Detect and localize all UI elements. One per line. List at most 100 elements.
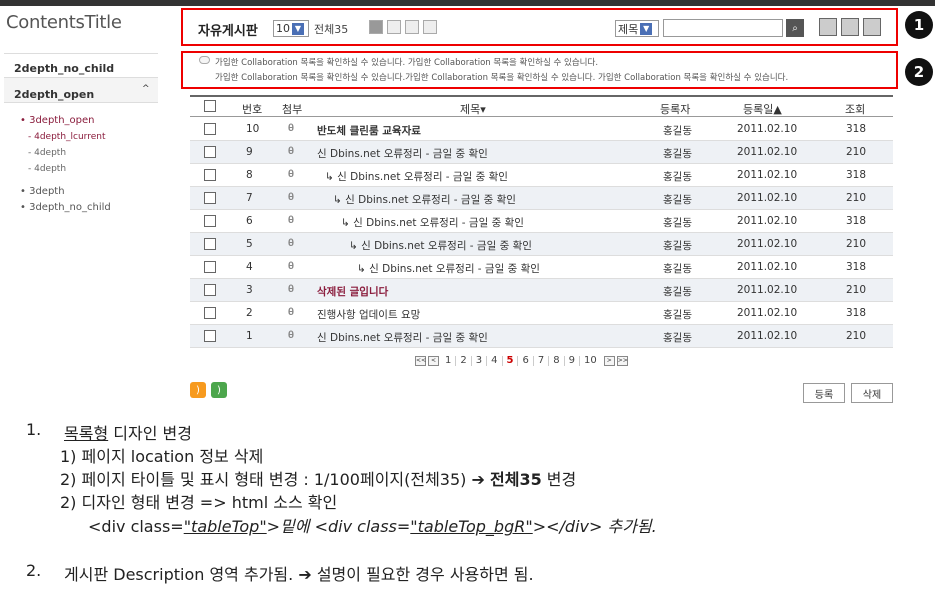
caret-up-icon[interactable]: ^ — [142, 84, 150, 94]
attachment-icon[interactable]: 𝛉 — [288, 284, 294, 295]
nav-sub-3depth[interactable]: • 3depth — [20, 186, 65, 197]
attachment-icon[interactable]: 𝛉 — [288, 146, 294, 157]
page-link[interactable]: 2 — [456, 356, 472, 366]
row-checkbox[interactable] — [204, 215, 216, 227]
row-subject[interactable]: 신 Dbins.net 오류정리 - 금일 중 확인 — [317, 146, 488, 161]
page-link[interactable]: 4 — [487, 356, 503, 366]
page-link[interactable]: 5 — [503, 356, 519, 366]
attachment-icon[interactable]: 𝛉 — [288, 215, 294, 226]
thumb-view-icon[interactable] — [387, 20, 401, 34]
header-no: 번호 — [242, 103, 263, 116]
row-checkbox[interactable] — [204, 169, 216, 181]
row-checkbox[interactable] — [204, 192, 216, 204]
search-field-select[interactable]: 제목 ▼ — [615, 20, 659, 37]
header-date[interactable]: 등록일▲ — [743, 101, 782, 117]
row-subject[interactable]: 진행사항 업데이트 요망 — [317, 307, 420, 322]
nav-item-2depth-open[interactable]: 2depth_open — [14, 88, 94, 101]
rss-icon[interactable]: ) — [190, 382, 206, 398]
top-bar — [0, 0, 935, 6]
row-checkbox[interactable] — [204, 261, 216, 273]
chevron-down-icon: ▼ — [292, 22, 304, 35]
row-checkbox[interactable] — [204, 330, 216, 342]
row-subject[interactable]: 반도체 클린룸 교육자료 — [317, 123, 421, 138]
page-link[interactable]: 3 — [472, 356, 488, 366]
nav-item-2depth-no-child[interactable]: 2depth_no_child — [14, 62, 114, 75]
row-no: 1 — [246, 330, 253, 342]
nav-sub-3depth-no-child[interactable]: • 3depth_no_child — [20, 202, 111, 213]
page-link[interactable]: 1 — [441, 356, 457, 366]
table-row[interactable]: 8 𝛉 ↳ 신 Dbins.net 오류정리 - 금일 중 확인 홍길동 2011.02… — [190, 164, 893, 187]
layout-split-icon[interactable] — [841, 18, 859, 36]
row-checkbox[interactable] — [204, 146, 216, 158]
page-link[interactable]: 6 — [518, 356, 534, 366]
nav-sub-3depth-open[interactable]: • 3depth_open — [20, 115, 95, 126]
nav-sub-4depth[interactable]: - 4depth — [28, 148, 66, 158]
row-checkbox[interactable] — [204, 123, 216, 135]
row-date: 2011.02.10 — [737, 169, 798, 181]
table-row[interactable]: 2 𝛉 진행사항 업데이트 요망 홍길동 2011.02.10 318 — [190, 302, 893, 325]
attachment-icon[interactable]: 𝛉 — [288, 261, 294, 272]
attachment-icon[interactable]: 𝛉 — [288, 330, 294, 341]
row-subject[interactable]: ↳ 신 Dbins.net 오류정리 - 금일 중 확인 — [333, 192, 516, 207]
page-link[interactable]: 10 — [580, 356, 601, 366]
list-view-icon[interactable] — [369, 20, 383, 34]
header-subject[interactable]: 제목▾ — [460, 101, 486, 117]
row-subject[interactable]: ↳ 신 Dbins.net 오류정리 - 금일 중 확인 — [341, 215, 524, 230]
table-row[interactable]: 6 𝛉 ↳ 신 Dbins.net 오류정리 - 금일 중 확인 홍길동 2011.02… — [190, 210, 893, 233]
text-view-icon[interactable] — [405, 20, 419, 34]
nav-sub-4depth-current[interactable]: - 4depth_lcurrent — [28, 132, 106, 142]
row-no: 10 — [246, 123, 260, 135]
row-writer: 홍길동 — [663, 263, 692, 275]
row-checkbox[interactable] — [204, 284, 216, 296]
description-line-2: 가입한 Collaboration 목록을 확인하실 수 있습니다.가입한 Co… — [215, 73, 789, 83]
next-page-icon[interactable]: > — [603, 356, 615, 366]
row-checkbox[interactable] — [204, 307, 216, 319]
page-numbers: 1 2 3 4 5 6 7 8 9 10 — [441, 356, 601, 366]
table-row[interactable]: 4 𝛉 ↳ 신 Dbins.net 오류정리 - 금일 중 확인 홍길동 2011.02… — [190, 256, 893, 279]
row-writer: 홍길동 — [663, 171, 692, 183]
register-button[interactable]: 등록 — [803, 383, 845, 403]
page-size-select[interactable]: 10 ▼ — [273, 20, 309, 37]
search-input[interactable] — [663, 19, 783, 37]
row-subject[interactable]: ↳ 신 Dbins.net 오류정리 - 금일 중 확인 — [349, 238, 532, 253]
note-1-line-4: <div class="tableTop">밑에 <div class="tab… — [88, 517, 657, 536]
row-writer: 홍길동 — [663, 286, 692, 298]
row-subject[interactable]: ↳ 신 Dbins.net 오류정리 - 금일 중 확인 — [357, 261, 540, 276]
row-checkbox[interactable] — [204, 238, 216, 250]
page-link[interactable]: 9 — [565, 356, 580, 366]
row-subject[interactable]: 삭제된 글입니다 — [317, 284, 388, 299]
first-page-icon[interactable]: << — [415, 356, 426, 366]
row-no: 4 — [246, 261, 253, 273]
layout-single-icon[interactable] — [819, 18, 837, 36]
table-row[interactable]: 9 𝛉 신 Dbins.net 오류정리 - 금일 중 확인 홍길동 2011.02.1… — [190, 141, 893, 164]
row-subject[interactable]: 신 Dbins.net 오류정리 - 금일 중 확인 — [317, 330, 488, 345]
table-row[interactable]: 10 𝛉 반도체 클린룸 교육자료 홍길동 2011.02.10 318 — [190, 118, 893, 141]
last-page-icon[interactable]: >> — [616, 356, 628, 366]
table-row[interactable]: 3 𝛉 삭제된 글입니다 홍길동 2011.02.10 210 — [190, 279, 893, 302]
row-writer: 홍길동 — [663, 332, 692, 344]
table-row[interactable]: 5 𝛉 ↳ 신 Dbins.net 오류정리 - 금일 중 확인 홍길동 2011.02… — [190, 233, 893, 256]
grid-view-icon[interactable] — [423, 20, 437, 34]
page-link[interactable]: 8 — [549, 356, 565, 366]
prev-page-icon[interactable]: < — [428, 356, 439, 366]
note-2-number: 2. — [26, 561, 42, 580]
attachment-icon[interactable]: 𝛉 — [288, 192, 294, 203]
table-row[interactable]: 1 𝛉 신 Dbins.net 오류정리 - 금일 중 확인 홍길동 2011.02.1… — [190, 325, 893, 348]
row-views: 210 — [846, 284, 867, 296]
select-all-checkbox[interactable] — [204, 100, 216, 112]
search-icon[interactable]: ⌕ — [786, 19, 804, 37]
table-row[interactable]: 7 𝛉 ↳ 신 Dbins.net 오류정리 - 금일 중 확인 홍길동 2011.02… — [190, 187, 893, 210]
page-link[interactable]: 7 — [534, 356, 550, 366]
attachment-icon[interactable]: 𝛉 — [288, 307, 294, 318]
row-writer: 홍길동 — [663, 309, 692, 321]
layout-stack-icon[interactable] — [863, 18, 881, 36]
feed-icon[interactable]: ) — [211, 382, 227, 398]
attachment-icon[interactable]: 𝛉 — [288, 238, 294, 249]
attachment-icon[interactable]: 𝛉 — [288, 123, 294, 134]
row-subject[interactable]: ↳ 신 Dbins.net 오류정리 - 금일 중 확인 — [325, 169, 508, 184]
delete-button[interactable]: 삭제 — [851, 383, 893, 403]
row-views: 318 — [846, 261, 867, 273]
attachment-icon[interactable]: 𝛉 — [288, 169, 294, 180]
row-views: 210 — [846, 146, 867, 158]
nav-sub-4depth[interactable]: - 4depth — [28, 164, 66, 174]
